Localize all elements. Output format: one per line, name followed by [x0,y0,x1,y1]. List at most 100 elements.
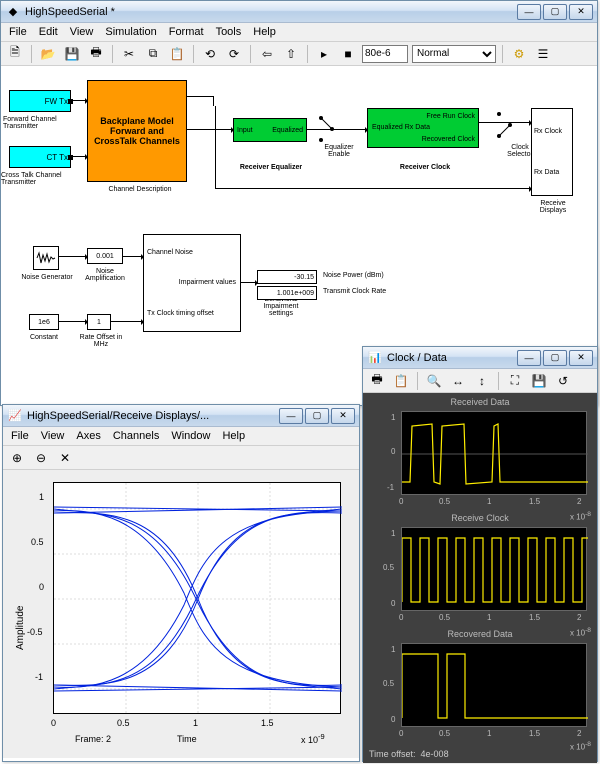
ylabel-amplitude: Amplitude [15,606,26,650]
stop-icon[interactable]: ■ [338,44,358,64]
autoscale-icon[interactable]: ✕ [55,448,75,468]
eye-menu-channels[interactable]: Channels [113,430,159,442]
block-receiver-eq[interactable]: InputEqualized [233,118,307,142]
print-icon[interactable]: 🖶 [86,44,106,64]
xlabel-time: Time [177,734,197,744]
frame-label: Frame: 2 [75,734,111,744]
menu-file[interactable]: File [9,26,27,38]
label-receiver-eq: Receiver Equalizer [229,164,313,171]
label-noise-power: Noise Power (dBm) [323,272,384,279]
display-noise-power[interactable]: -30.15 [257,270,317,284]
app-icon: ◆ [5,4,21,20]
nav-up-icon[interactable]: ⇧ [281,44,301,64]
block-backplane[interactable]: Backplane Model Forward and CrossTalk Ch… [87,80,187,182]
clock-close-button[interactable]: ✕ [569,350,593,366]
menu-simulation[interactable]: Simulation [105,26,156,38]
scope-icon: 📊 [367,350,383,366]
clock-title: Clock / Data [387,352,517,364]
scope-print-icon[interactable]: 🖶 [367,371,387,391]
clock-toolbar: 🖶 📋 🔍 ↔ ↕ ⛶ 💾 ↺ [363,369,597,393]
clock-minimize-button[interactable]: — [517,350,541,366]
label-received-data: Received Data [363,397,597,407]
eye-maximize-button[interactable]: ▢ [305,408,329,424]
label-channel-desc: Channel Description [105,186,175,193]
menu-format[interactable]: Format [169,26,204,38]
label-receiver-clock: Receiver Clock [385,164,465,171]
eye-minimize-button[interactable]: — [279,408,303,424]
eye-title: HighSpeedSerial/Receive Displays/... [27,410,279,422]
main-titlebar[interactable]: ◆ HighSpeedSerial * — ▢ ✕ [1,1,597,23]
minimize-button[interactable]: — [517,4,541,20]
plot-recovered-data[interactable] [401,643,587,727]
block-impairment[interactable]: Channel Noise Impairment values Tx Clock… [143,234,241,332]
label-noise-amp: Noise Amplification [79,268,131,282]
plot-received-data[interactable] [401,411,587,495]
menu-edit[interactable]: Edit [39,26,58,38]
matlab-icon: 📈 [7,408,23,424]
scope-zoom-icon[interactable]: 🔍 [424,371,444,391]
target-icon[interactable]: ☰ [533,44,553,64]
display-transmit-rate[interactable]: 1.001e+009 [257,286,317,300]
save-icon[interactable]: 💾 [62,44,82,64]
block-noise-amp-val[interactable]: 0.001 [87,248,123,264]
menu-tools[interactable]: Tools [216,26,242,38]
redo-icon[interactable]: ⟳ [224,44,244,64]
build-icon[interactable]: ⚙ [509,44,529,64]
open-icon[interactable]: 📂 [38,44,58,64]
label-rate-offset: Rate Offset in MHz [75,334,127,348]
cut-icon[interactable]: ✂ [119,44,139,64]
label-receive-displays: Receive Displays [531,200,575,214]
main-toolbar: 🗎 📂 💾 🖶 ✂ ⧉ 📋 ⟲ ⟳ ⇦ ⇧ ▸ ■ Normal ⚙ ☰ [1,42,597,66]
block-receive-displays[interactable]: Rx Clock Rx Data [531,108,573,196]
scope-zoomx-icon[interactable]: ↔ [448,371,468,391]
scope-autoscale-icon[interactable]: ⛶ [505,371,525,391]
clock-titlebar[interactable]: 📊 Clock / Data — ▢ ✕ [363,347,597,369]
eye-content: Amplitude 1 0.5 0 [3,470,359,758]
eye-menu-help[interactable]: Help [222,430,245,442]
paste-icon[interactable]: 📋 [167,44,187,64]
play-icon[interactable]: ▸ [314,44,334,64]
eye-plot[interactable] [53,482,341,714]
nav-back-icon[interactable]: ⇦ [257,44,277,64]
scope-params-icon[interactable]: 📋 [391,371,411,391]
close-button[interactable]: ✕ [569,4,593,20]
scope-restore-icon[interactable]: ↺ [553,371,573,391]
switch-eq[interactable] [317,114,335,144]
label-noise-gen: Noise Generator [19,274,75,281]
menu-view[interactable]: View [70,26,94,38]
zoom-out-icon[interactable]: ⊖ [31,448,51,468]
clock-window: 📊 Clock / Data — ▢ ✕ 🖶 📋 🔍 ↔ ↕ ⛶ 💾 ↺ Rec… [362,346,598,762]
block-constant[interactable]: 1e6 [29,314,59,330]
label-constant: Constant [23,334,65,341]
copy-icon[interactable]: ⧉ [143,44,163,64]
eye-menu-view[interactable]: View [41,430,65,442]
stop-time-input[interactable] [362,45,408,63]
sim-mode-select[interactable]: Normal [412,45,496,63]
label-transmit-rate: Transmit Clock Rate [323,288,386,295]
block-fw-tx[interactable]: FW Tx [9,90,71,112]
menu-help[interactable]: Help [253,26,276,38]
label-recovered-data: Recovered Data [363,629,597,639]
eye-close-button[interactable]: ✕ [331,408,355,424]
block-ct-tx[interactable]: CT Tx [9,146,71,168]
plot-receive-clock[interactable] [401,527,587,611]
block-receiver-clock[interactable]: Free Run Clock Equalized Rx Data Recover… [367,108,479,148]
undo-icon[interactable]: ⟲ [200,44,220,64]
zoom-in-icon[interactable]: ⊕ [7,448,27,468]
clock-maximize-button[interactable]: ▢ [543,350,567,366]
maximize-button[interactable]: ▢ [543,4,567,20]
clock-content: Received Data 1 0 -1 00.511.52 Receive C… [363,393,597,763]
switch-clock[interactable] [495,110,513,140]
eye-window: 📈 HighSpeedSerial/Receive Displays/... —… [2,404,360,762]
eye-menu-axes[interactable]: Axes [76,430,100,442]
scope-save-icon[interactable]: 💾 [529,371,549,391]
eye-menu-window[interactable]: Window [171,430,210,442]
label-receive-clock: Receive Clock [363,513,597,523]
block-noise-gen[interactable] [33,246,59,270]
scope-zoomy-icon[interactable]: ↕ [472,371,492,391]
main-menubar: File Edit View Simulation Format Tools H… [1,23,597,42]
eye-toolbar: ⊕ ⊖ ✕ [3,446,359,470]
eye-menu-file[interactable]: File [11,430,29,442]
eye-titlebar[interactable]: 📈 HighSpeedSerial/Receive Displays/... —… [3,405,359,427]
new-icon[interactable]: 🗎 [5,44,25,64]
